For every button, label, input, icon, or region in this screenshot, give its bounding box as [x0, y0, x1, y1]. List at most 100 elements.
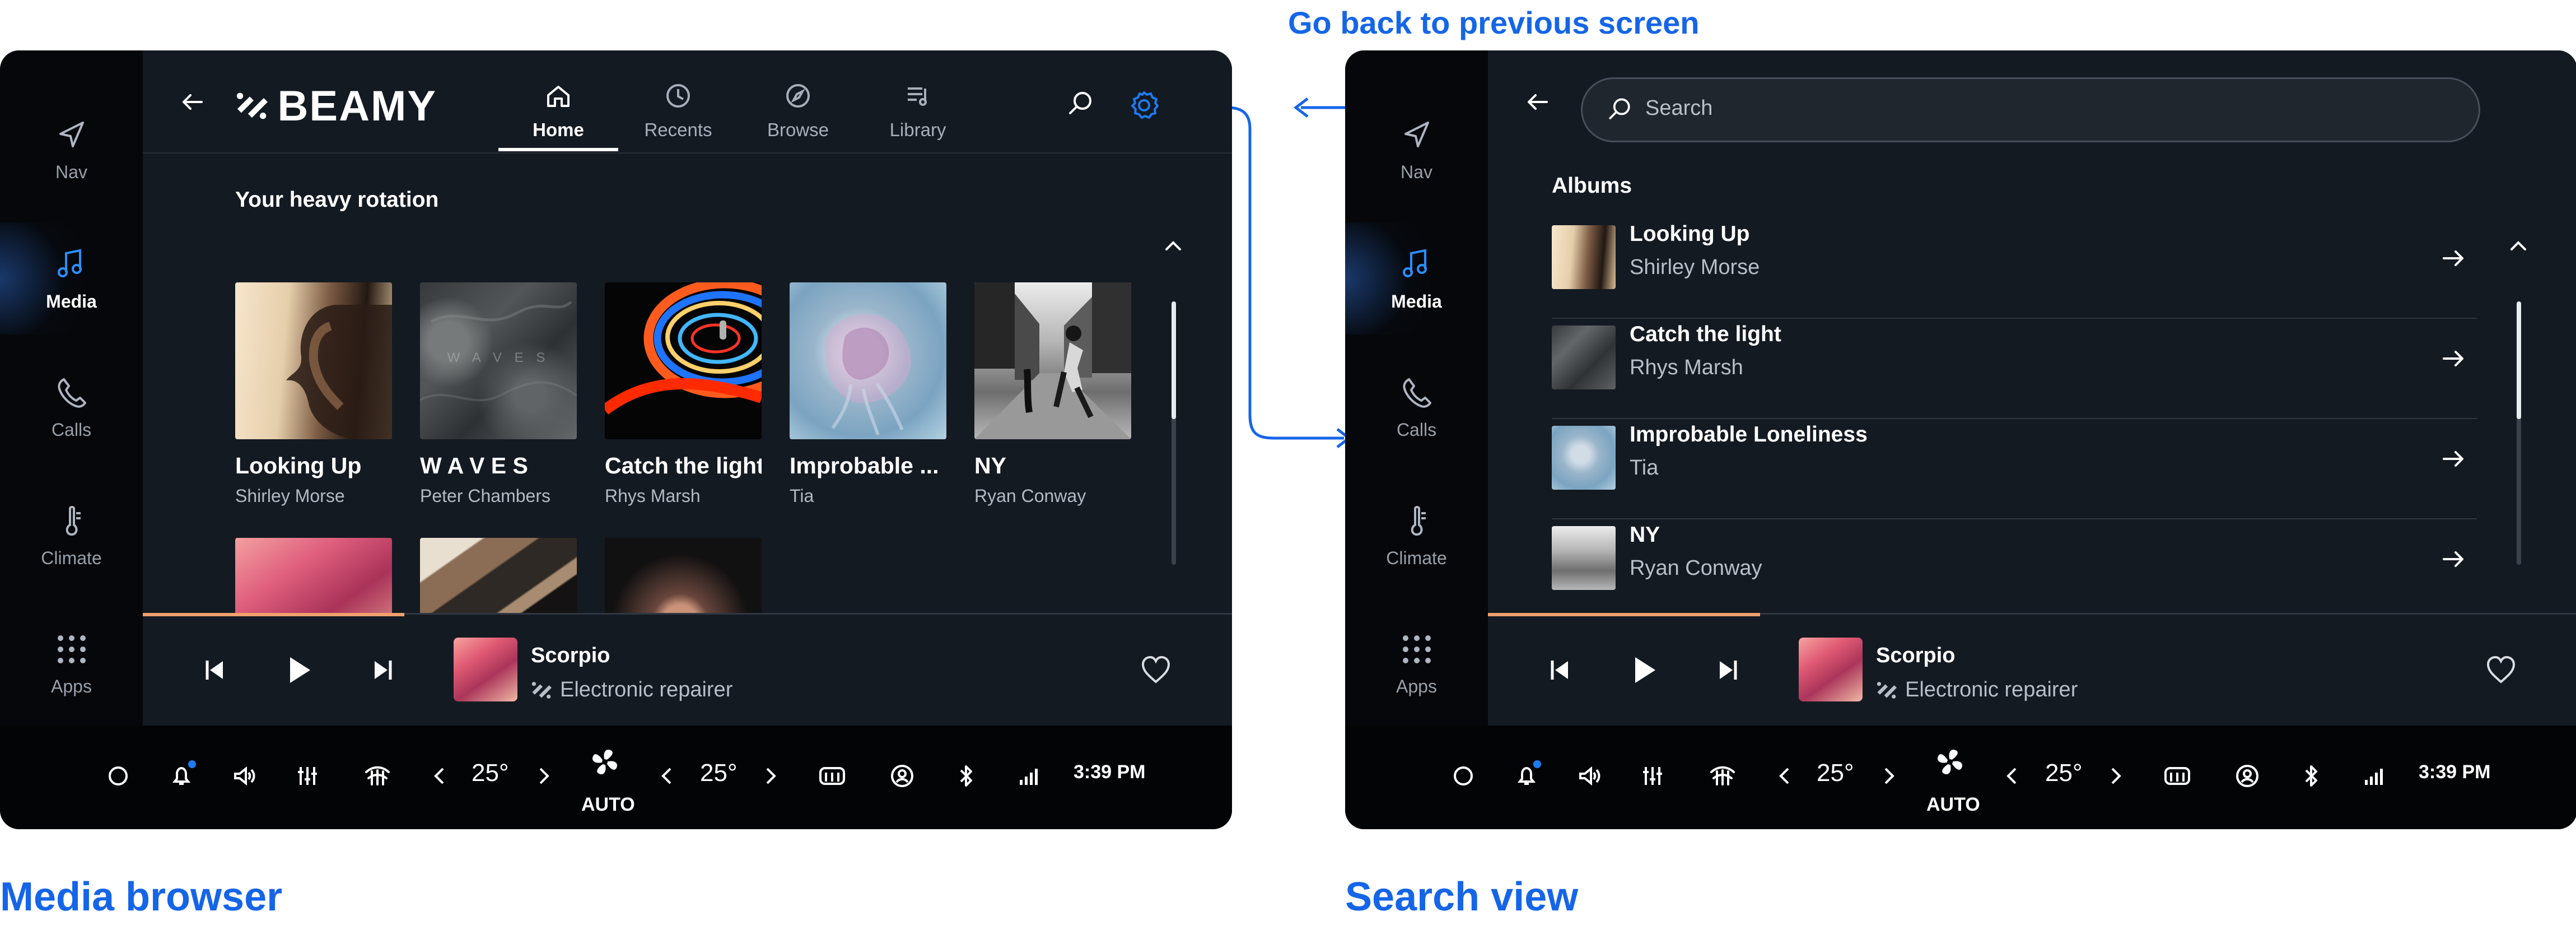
play-button[interactable]: [273, 644, 324, 696]
defrost-button[interactable]: [1705, 759, 1740, 793]
tab-recents[interactable]: Recents: [618, 70, 738, 151]
auto-climate-label[interactable]: AUTO: [1926, 794, 1980, 816]
favorite-button[interactable]: [2484, 653, 2518, 687]
album-card[interactable]: Catch the light Rhys Marsh: [605, 282, 762, 506]
temp-left-decrease[interactable]: [1768, 759, 1803, 793]
search-result-row[interactable]: Catch the light Rhys Marsh: [1552, 319, 2477, 419]
tab-browse[interactable]: Browse: [738, 70, 858, 151]
scrollbar[interactable]: [1172, 301, 1176, 565]
temp-right-decrease[interactable]: [650, 759, 685, 793]
scroll-up-button[interactable]: [2502, 230, 2535, 262]
now-playing-artist: Electronic repairer: [1876, 678, 2078, 702]
fan-button[interactable]: [1933, 745, 1967, 779]
back-button[interactable]: [172, 81, 213, 123]
album-card[interactable]: Looking Up Shirley Morse: [235, 282, 392, 506]
scroll-thumb[interactable]: [2517, 301, 2521, 419]
playback-progress[interactable]: [143, 613, 404, 616]
chevron-left-icon: [661, 768, 671, 784]
album-card[interactable]: NY Ryan Conway: [974, 282, 1131, 506]
rear-defrost-button[interactable]: [2160, 759, 2195, 793]
sidebar-item-media[interactable]: Media: [1345, 222, 1488, 334]
artist-name: Electronic repairer: [1905, 678, 2078, 701]
main-panel: Search Albums Looking Up Shirley Morse C…: [1488, 50, 2576, 727]
arrow-right-icon: [2443, 551, 2463, 567]
sidebar-item-climate[interactable]: Climate: [0, 479, 143, 591]
equalizer-button[interactable]: [1635, 759, 1670, 793]
album-art-ny: [974, 282, 1131, 439]
profile-button[interactable]: [2230, 759, 2265, 793]
fan-button[interactable]: [587, 745, 622, 779]
signal-icon: [1020, 769, 1038, 785]
volume-button[interactable]: [227, 759, 262, 793]
tab-home[interactable]: Home: [498, 70, 618, 151]
play-button[interactable]: [1618, 644, 1669, 696]
search-result-row[interactable]: Looking Up Shirley Morse: [1552, 219, 2477, 319]
now-playing-artist: Electronic repairer: [531, 678, 732, 702]
tab-label: Home: [533, 119, 584, 140]
sidebar-item-climate[interactable]: Climate: [1345, 479, 1488, 591]
bluetooth-button[interactable]: [949, 759, 983, 793]
home-button[interactable]: [101, 759, 136, 793]
brand-mark-icon: [236, 92, 268, 119]
search-result-row[interactable]: NY Ryan Conway: [1552, 519, 2477, 620]
sliders-icon: [298, 767, 317, 785]
sidebar-item-calls[interactable]: Calls: [1345, 351, 1488, 463]
temp-right-decrease[interactable]: [1995, 759, 2030, 793]
temperature-right: 25°: [700, 759, 738, 787]
clock: 3:39 PM: [2419, 761, 2491, 783]
sidebar-item-media[interactable]: Media: [0, 222, 143, 334]
temp-left-increase[interactable]: [1871, 759, 1906, 793]
bluetooth-button[interactable]: [2294, 759, 2328, 793]
scrollbar[interactable]: [2517, 301, 2521, 565]
sidebar-item-nav[interactable]: Nav: [0, 93, 143, 205]
temp-left-decrease[interactable]: [423, 759, 458, 793]
sidebar-item-label: Media: [46, 291, 97, 312]
result-artist: Ryan Conway: [1630, 556, 1762, 580]
search-input[interactable]: Search: [1581, 77, 2480, 142]
next-button[interactable]: [357, 644, 409, 696]
back-button[interactable]: [1517, 81, 1558, 123]
notification-badge: [186, 759, 198, 770]
next-button[interactable]: [1702, 644, 1754, 696]
temp-left-increase[interactable]: [526, 759, 561, 793]
search-result-row[interactable]: Improbable Loneliness Tia: [1552, 419, 2477, 519]
temp-right-increase[interactable]: [2098, 759, 2132, 793]
rear-defrost-icon: [819, 767, 845, 785]
sidebar-item-calls[interactable]: Calls: [0, 351, 143, 463]
results-section-title: Albums: [1552, 174, 1632, 198]
search-icon: [1609, 98, 1630, 119]
sidebar-item-apps[interactable]: Apps: [0, 607, 143, 719]
notifications-button[interactable]: [1509, 759, 1544, 793]
album-title: Looking Up: [235, 453, 362, 478]
auto-climate-label[interactable]: AUTO: [581, 794, 635, 816]
favorite-button[interactable]: [1138, 653, 1173, 687]
notifications-button[interactable]: [164, 759, 199, 793]
music-note-icon: [53, 245, 91, 283]
settings-button[interactable]: [1117, 77, 1170, 131]
album-art-improbable-loneliness: [1552, 426, 1616, 490]
defrost-button[interactable]: [360, 759, 395, 793]
previous-button[interactable]: [1534, 644, 1585, 696]
tab-library[interactable]: Library: [858, 70, 978, 151]
search-button[interactable]: [1054, 77, 1107, 131]
home-button[interactable]: [1446, 759, 1481, 793]
sidebar-item-apps[interactable]: Apps: [1345, 607, 1488, 719]
scroll-thumb[interactable]: [1172, 301, 1176, 419]
mini-player: Scorpio Electronic repairer: [143, 613, 1232, 727]
scroll-up-button[interactable]: [1157, 230, 1189, 262]
artist-name: Electronic repairer: [560, 678, 733, 701]
album-card[interactable]: W A V E S W A V E S Peter Chambers: [420, 282, 577, 506]
profile-icon: [891, 765, 913, 787]
equalizer-button[interactable]: [290, 759, 325, 793]
profile-button[interactable]: [885, 759, 920, 793]
previous-button[interactable]: [189, 644, 240, 696]
sidebar: Nav Media Calls Climate Apps: [1345, 50, 1488, 726]
album-card[interactable]: Improbable ... Tia: [790, 282, 946, 506]
rear-defrost-button[interactable]: [815, 759, 850, 793]
volume-button[interactable]: [1572, 759, 1607, 793]
sidebar-item-nav[interactable]: Nav: [1345, 93, 1488, 205]
temp-right-increase[interactable]: [753, 759, 787, 793]
playback-progress[interactable]: [1488, 613, 1761, 616]
temperature-right: 25°: [2045, 759, 2083, 787]
play-icon: [1635, 657, 1655, 683]
